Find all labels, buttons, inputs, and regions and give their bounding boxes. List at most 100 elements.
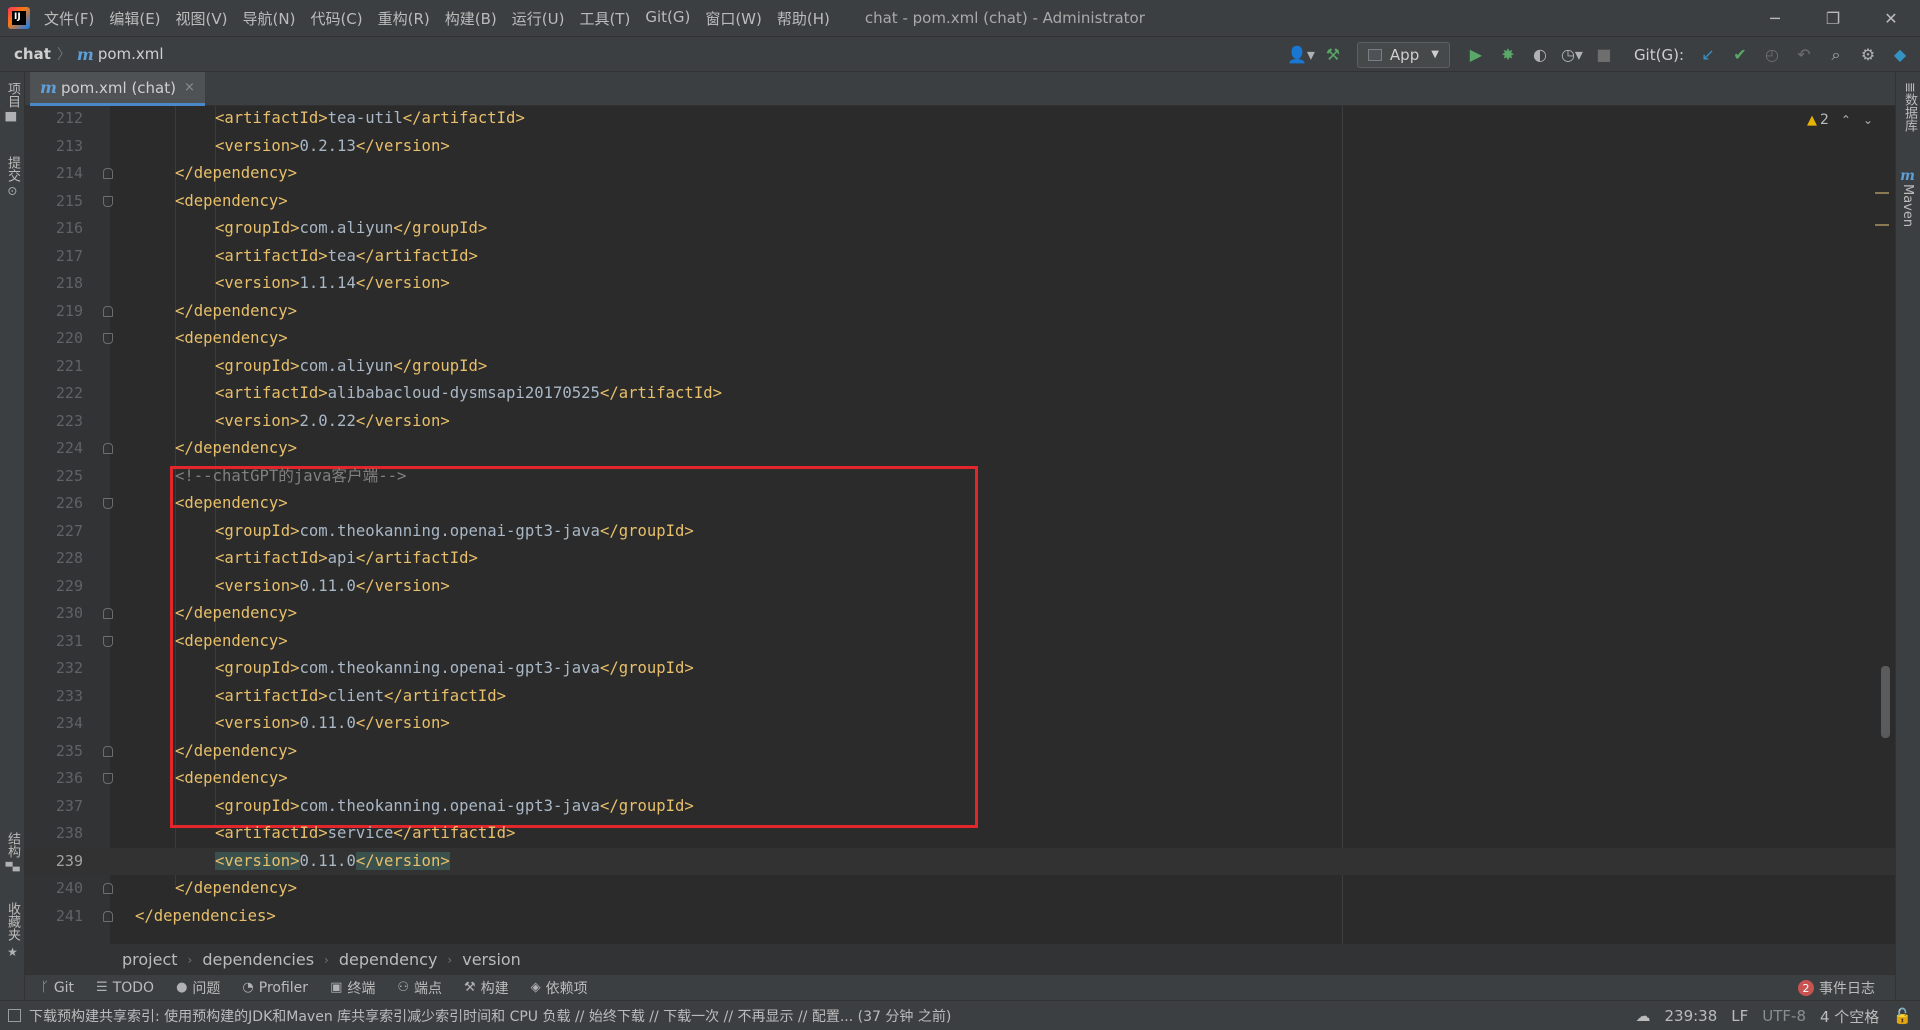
breadcrumb-item[interactable]: dependency (339, 950, 438, 969)
restore-icon[interactable]: ❐ (1804, 0, 1862, 36)
code-line[interactable]: 230 </dependency> (25, 600, 1895, 628)
code-line[interactable]: 238 <artifactId>service</artifactId> (25, 820, 1895, 848)
git-rollback-icon[interactable]: ↶ (1790, 41, 1818, 69)
tool-window-build[interactable]: ⚒ 构建 (464, 978, 509, 998)
line-number[interactable]: 221 (25, 353, 83, 381)
intellij-logo-icon[interactable]: IJ (8, 7, 30, 29)
line-number[interactable]: 235 (25, 738, 83, 766)
fold-marker-icon[interactable] (103, 333, 113, 344)
maven-tool-tab[interactable]: m Maven (1900, 168, 1915, 227)
line-number[interactable]: 223 (25, 408, 83, 436)
fold-marker-icon[interactable] (103, 498, 113, 509)
lock-icon[interactable]: 🔓 (1893, 1007, 1912, 1025)
search-icon[interactable]: ⌕ (1822, 41, 1850, 69)
database-tool-tab[interactable]: ≣ 数据库 (1900, 82, 1919, 132)
line-number[interactable]: 217 (25, 243, 83, 271)
git-commit-icon[interactable]: ✔ (1726, 41, 1754, 69)
line-number[interactable]: 234 (25, 710, 83, 738)
line-number[interactable]: 218 (25, 270, 83, 298)
code-line[interactable]: 232 <groupId>com.theokanning.openai-gpt3-… (25, 655, 1895, 683)
profile-icon[interactable]: ◷▾ (1558, 41, 1586, 69)
fold-marker-icon[interactable] (103, 745, 113, 757)
file-encoding[interactable]: UTF-8 (1762, 1007, 1806, 1025)
line-number[interactable]: 220 (25, 325, 83, 353)
tab-pom-xml[interactable]: m pom.xml (chat) × (30, 72, 205, 106)
code-line[interactable]: 216 <groupId>com.aliyun</groupId> (25, 215, 1895, 243)
menu-item[interactable]: 工具(T) (579, 6, 630, 31)
menu-item[interactable]: 运行(U) (512, 6, 565, 31)
fold-marker-icon[interactable] (103, 168, 113, 179)
breadcrumb-item[interactable]: project (122, 950, 178, 969)
line-separator[interactable]: LF (1731, 1007, 1748, 1025)
code-line[interactable]: 218 <version>1.1.14</version> (25, 270, 1895, 298)
account-icon[interactable]: 👤▾ (1287, 41, 1315, 69)
structure-tool-tab[interactable]: 结构 ▞ (3, 832, 22, 871)
tool-window-problems[interactable]: ● 问题 (176, 978, 220, 998)
menu-item[interactable]: 编辑(E) (109, 6, 160, 31)
line-number[interactable]: 214 (25, 160, 83, 188)
code-line[interactable]: 236 <dependency> (25, 765, 1895, 793)
tool-window-dependencies[interactable]: ◈ 依赖项 (531, 978, 588, 998)
code-line[interactable]: 224 </dependency> (25, 435, 1895, 463)
code-line[interactable]: 213 <version>0.2.13</version> (25, 133, 1895, 161)
fold-marker-icon[interactable] (103, 608, 113, 619)
line-number[interactable]: 231 (25, 628, 83, 656)
event-log-button[interactable]: 2 事件日志 (1798, 978, 1875, 998)
shared-index-icon[interactable]: ☁ (1635, 1007, 1650, 1025)
line-number[interactable]: 216 (25, 215, 83, 243)
stop-icon[interactable]: ■ (1590, 41, 1618, 69)
commit-tool-tab[interactable]: 提交 ⊙ (3, 156, 22, 196)
menu-item[interactable]: 帮助(H) (777, 6, 830, 31)
code-line[interactable]: 215 <dependency> (25, 188, 1895, 216)
code-line[interactable]: 235 </dependency> (25, 738, 1895, 766)
line-number[interactable]: 227 (25, 518, 83, 546)
jetbrains-toolbox-icon[interactable]: ◆ (1886, 41, 1914, 69)
build-hammer-icon[interactable]: ⚒ (1319, 41, 1347, 69)
line-number[interactable]: 239 (25, 848, 83, 876)
menu-item[interactable]: 导航(N) (243, 6, 296, 31)
code-line[interactable]: 237 <groupId>com.theokanning.openai-gpt3-… (25, 793, 1895, 821)
code-line[interactable]: 240 </dependency> (25, 875, 1895, 903)
close-icon[interactable]: × (184, 80, 195, 95)
fold-marker-icon[interactable] (103, 635, 113, 647)
tool-window-endpoints[interactable]: ⚇ 端点 (397, 978, 442, 998)
git-update-icon[interactable]: ↙ (1694, 41, 1722, 69)
minimize-icon[interactable]: ─ (1746, 0, 1804, 36)
indent-setting[interactable]: 4 个空格 (1820, 1006, 1879, 1027)
code-line[interactable]: 231 <dependency> (25, 628, 1895, 656)
menu-item[interactable]: 窗口(W) (705, 6, 762, 31)
line-number[interactable]: 222 (25, 380, 83, 408)
fold-marker-icon[interactable] (103, 195, 113, 207)
menu-item[interactable]: 文件(F) (44, 6, 94, 31)
line-number[interactable]: 240 (25, 875, 83, 903)
menu-item[interactable]: Git(G) (645, 6, 690, 31)
line-number[interactable]: 233 (25, 683, 83, 711)
code-line[interactable]: 228 <artifactId>api</artifactId> (25, 545, 1895, 573)
code-line[interactable]: 229 <version>0.11.0</version> (25, 573, 1895, 601)
nav-file[interactable]: pom.xml (98, 45, 164, 63)
caret-position[interactable]: 239:38 (1664, 1007, 1717, 1025)
code-line[interactable]: 234 <version>0.11.0</version> (25, 710, 1895, 738)
menu-item[interactable]: 视图(V) (176, 6, 228, 31)
line-number[interactable]: 232 (25, 655, 83, 683)
breadcrumb-item[interactable]: version (462, 950, 521, 969)
line-number[interactable]: 241 (25, 903, 83, 931)
breadcrumb-item[interactable]: dependencies (202, 950, 314, 969)
nav-project[interactable]: chat (14, 45, 51, 63)
line-number[interactable]: 226 (25, 490, 83, 518)
code-line[interactable]: 226 <dependency> (25, 490, 1895, 518)
code-editor[interactable]: ▲ 2 ⌃ ⌄ 212 <artifactId>tea-util</artifac… (25, 106, 1895, 944)
line-number[interactable]: 236 (25, 765, 83, 793)
status-message[interactable]: 下载预构建共享索引: 使用预构建的JDK和Maven 库共享索引减少索引时间和 … (29, 1006, 951, 1026)
menu-item[interactable]: 重构(R) (378, 6, 430, 31)
fold-marker-icon[interactable] (103, 910, 113, 922)
run-icon[interactable]: ▶ (1462, 41, 1490, 69)
tool-window-todo[interactable]: ☰ TODO (96, 980, 154, 996)
line-number[interactable]: 225 (25, 463, 83, 491)
line-number[interactable]: 228 (25, 545, 83, 573)
code-line[interactable]: 221 <groupId>com.aliyun</groupId> (25, 353, 1895, 381)
tool-window-git[interactable]: ᚴ Git (41, 980, 74, 996)
run-configuration-select[interactable]: App ▼ (1356, 41, 1450, 68)
code-line[interactable]: 219 </dependency> (25, 298, 1895, 326)
fold-marker-icon[interactable] (103, 773, 113, 784)
